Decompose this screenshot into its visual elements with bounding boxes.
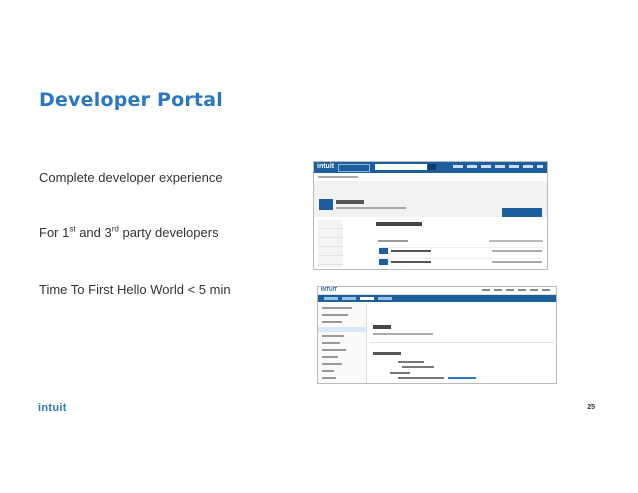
sidebar-nav [318,220,343,267]
bullet-text: party developers [118,225,219,240]
item-label [391,261,431,263]
docs-screenshot: INTUIT [317,286,557,384]
item-detail [492,261,542,263]
bullet-text: Time To First Hello World < 5 min [39,282,231,297]
slide-title: Developer Portal [39,89,223,111]
divider [370,342,554,343]
nav-tab-active [360,297,374,300]
ordinal-suffix: rd [111,224,119,234]
app-subtitle [336,207,406,209]
item-detail [492,250,542,252]
app-title [336,200,364,204]
sidebar-line [322,363,342,365]
primary-action-button [502,208,542,217]
bullet-text: Complete developer experience [39,170,223,185]
sidebar-line [322,321,342,323]
bullet-text: For 1 [39,225,70,240]
code-line [398,361,424,363]
intuit-logo: intuit [317,163,335,170]
sidebar-line [322,356,338,358]
code-line [390,372,410,374]
doc-paragraph [373,333,433,335]
page-number: 25 [587,404,595,411]
list-item [379,247,544,254]
sidebar-line [322,349,346,351]
top-links [453,165,543,168]
sidebar-selected [318,327,366,332]
sidebar-line [322,377,336,379]
app-icon [319,199,333,210]
intuit-logo: INTUIT [321,287,338,293]
bullet-developer-experience: Complete developer experience [39,170,223,185]
sidebar-line [322,370,334,372]
sidebar-line [322,342,340,344]
item-icon [379,248,388,254]
search-icon [428,164,436,170]
tab-row-right [489,240,543,242]
nav-tab [378,297,392,300]
docs-sidebar [318,303,367,383]
bullet-party-developers: For 1st and 3rd party developers [39,225,219,240]
item-label [391,250,431,252]
item-icon [379,259,388,265]
nav-tab [324,297,338,300]
portal-app-screenshot: intuit [313,161,548,270]
nav-tab [342,297,356,300]
bullet-hello-world: Time To First Hello World < 5 min [39,282,231,297]
sidebar-line [322,335,344,337]
bullet-text: and 3 [75,225,112,240]
search-box [375,164,427,170]
app-selector [338,164,370,172]
code-line [398,377,444,379]
portal-topbar: intuit [314,162,547,173]
doc-subheading [373,352,401,355]
code-line [402,366,434,368]
doc-heading [373,325,391,329]
intuit-footer-logo: intuit [38,402,67,414]
list-item [379,258,544,265]
breadcrumb [318,176,358,178]
docs-topbar: INTUIT [318,287,556,295]
tab-row [378,240,408,242]
sidebar-line [322,314,348,316]
sidebar-line [322,307,352,309]
section-heading [376,222,422,226]
doc-link [448,377,476,379]
docs-nav-bar [318,295,556,302]
top-links [482,289,552,291]
